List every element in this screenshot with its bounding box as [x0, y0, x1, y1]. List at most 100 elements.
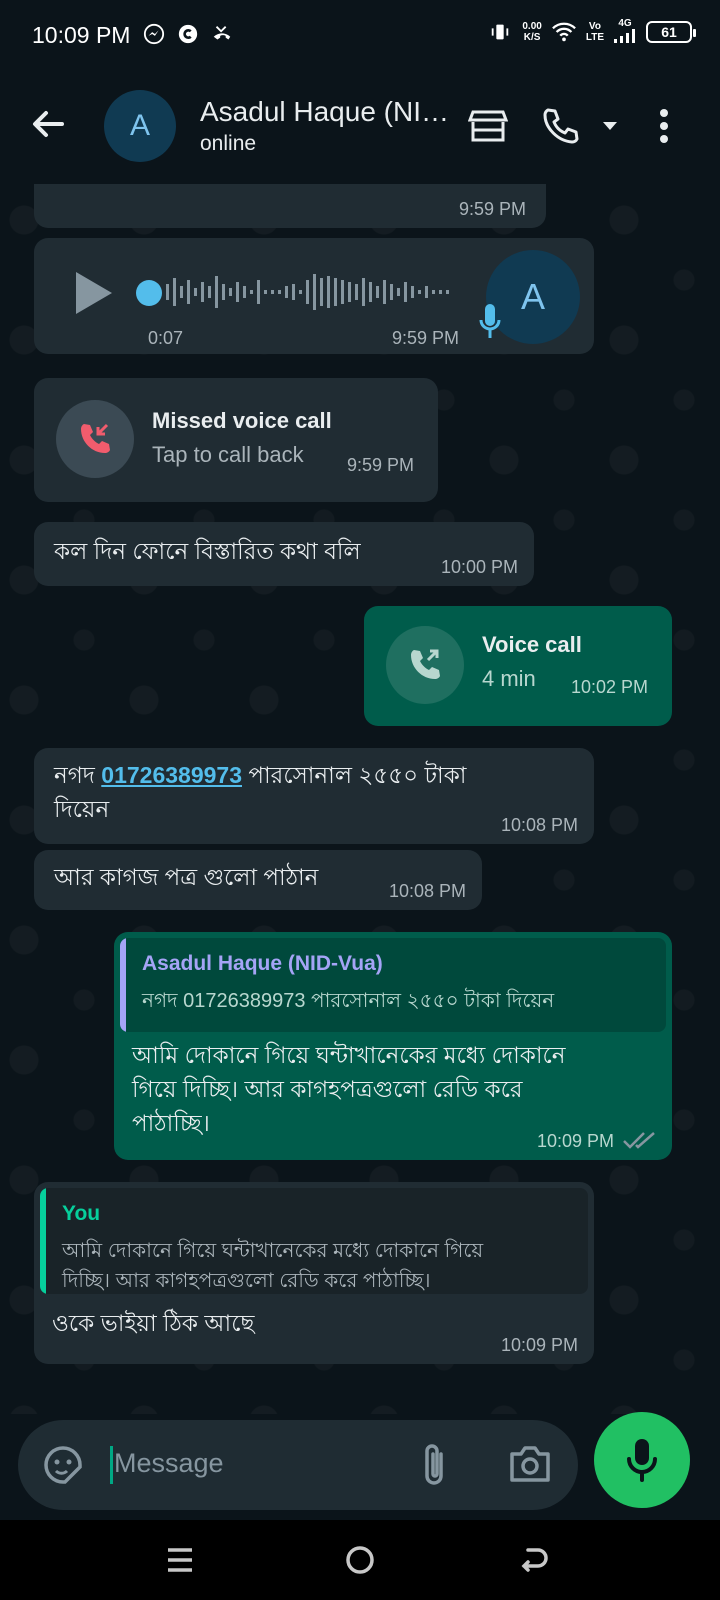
- chat-area[interactable]: 9:59 PM 0:07 9:59 PM A Missed voice call…: [0, 184, 720, 1414]
- notification-icons: [142, 22, 234, 46]
- play-button[interactable]: [72, 268, 116, 323]
- quote-author: You: [62, 1202, 101, 1225]
- phone-number-link[interactable]: 01726389973: [101, 762, 242, 788]
- system-icons: 0.00 K/S Vo LTE 4G 61: [488, 18, 696, 46]
- missed-call-icon: [81, 423, 110, 453]
- call-title: Missed voice call: [152, 408, 332, 433]
- vibrate-icon: [488, 20, 512, 44]
- message-prefix: নগদ: [54, 762, 102, 788]
- message-time: 9:59 PM: [346, 455, 414, 475]
- audio-waveform[interactable]: [166, 270, 462, 314]
- emoji-sticker-button[interactable]: [42, 1444, 84, 1491]
- text-cursor: [110, 1446, 113, 1484]
- audio-seek-handle[interactable]: [136, 280, 162, 306]
- signal-icon: [614, 29, 635, 43]
- play-icon: [76, 272, 112, 314]
- message-time: 9:59 PM: [458, 199, 526, 219]
- incoming-message[interactable]: আর কাগজ পত্র গুলো পাঠান 10:08 PM: [34, 850, 482, 910]
- message-text: নগদ 01726389973 পারসোনাল ২৫৫০ টাকা: [54, 758, 466, 792]
- incoming-message[interactable]: কল দিন ফোনে বিস্তারিত কথা বলি 10:00 PM: [34, 522, 534, 586]
- outgoing-call-icon-wrap: [386, 626, 464, 704]
- quoted-message[interactable]: Asadul Haque (NID-Vua) নগদ 01726389973 প…: [120, 938, 666, 1032]
- message-time: 10:08 PM: [500, 815, 578, 835]
- contact-avatar[interactable]: A: [104, 90, 176, 162]
- audio-duration: 0:07: [148, 328, 184, 348]
- phone-icon: [543, 108, 579, 144]
- quote-text-line2: দিচ্ছি। আর কাগহপত্রগুলো রেডি করে পাঠাচ্ছ…: [62, 1270, 431, 1292]
- quoted-message[interactable]: You আমি দোকানে গিয়ে ঘন্টাখানেকের মধ্যে …: [40, 1188, 588, 1294]
- camera-button[interactable]: [508, 1444, 552, 1489]
- contact-name[interactable]: Asadul Haque (NI…: [200, 96, 449, 128]
- message-time: 9:59 PM: [392, 328, 460, 348]
- attach-button[interactable]: [420, 1442, 450, 1493]
- network-type: 4G: [618, 18, 632, 29]
- voice-message[interactable]: 0:07 9:59 PM A: [34, 238, 594, 354]
- message-text-line1: আমি দোকানে গিয়ে ঘন্টাখানেকের মধ্যে দোকা…: [132, 1042, 566, 1068]
- net-speed: 0.00 K/S: [522, 21, 541, 43]
- back-nav-button[interactable]: [512, 1538, 556, 1582]
- message-text: ওকে ভাইয়া ঠিক আছে: [52, 1310, 255, 1336]
- messenger-icon: [142, 22, 166, 46]
- paperclip-icon: [425, 1444, 443, 1485]
- volte-top: Vo: [588, 21, 601, 32]
- message-text-line2: দিয়েন: [54, 796, 110, 822]
- recents-button[interactable]: [158, 1538, 202, 1582]
- volte-label: Vo LTE: [586, 21, 604, 43]
- message-time: 10:08 PM: [388, 881, 466, 901]
- store-icon: [468, 110, 508, 142]
- incoming-reply-message[interactable]: You আমি দোকানে গিয়ে ঘন্টাখানেকের মধ্যে …: [34, 1182, 594, 1364]
- net-speed-value: 0.00: [522, 21, 542, 32]
- message-time: 10:02 PM: [570, 677, 648, 697]
- message-text: আর কাগজ পত্র গুলো পাঠান: [54, 864, 319, 890]
- message-time: 10:09 PM: [536, 1131, 614, 1151]
- quote-text-line1: আমি দোকানে গিয়ে ঘন্টাখানেকের মধ্যে দোকা…: [62, 1240, 484, 1262]
- outgoing-call-icon: [411, 649, 440, 679]
- back-nav-icon: [521, 1548, 548, 1572]
- status-bar: 10:09 PM 0.00 K/S Vo LTE 4G 61: [0, 0, 720, 72]
- call-subtitle[interactable]: Tap to call back: [152, 442, 304, 468]
- volte-bottom: LTE: [585, 32, 604, 43]
- signal-group: 4G: [614, 18, 636, 46]
- voice-call-message[interactable]: Voice call 4 min 10:02 PM: [364, 606, 672, 726]
- camera-icon: [510, 1446, 550, 1482]
- c-app-icon: [176, 22, 200, 46]
- battery-icon: 61: [646, 21, 696, 43]
- message-text-line2: গিয়ে দিচ্ছি। আর কাগহপত্রগুলো রেডি করে: [132, 1076, 523, 1102]
- home-circle-icon: [346, 1546, 374, 1574]
- contact-status: online: [200, 132, 257, 155]
- chat-header: A Asadul Haque (NI… online: [0, 72, 720, 184]
- message-text: কল দিন ফোনে বিস্তারিত কথা বলি: [54, 538, 361, 564]
- missed-call-message[interactable]: Missed voice call Tap to call back 9:59 …: [34, 378, 438, 502]
- caret-down-icon: [603, 122, 617, 130]
- voice-call-button[interactable]: [536, 102, 584, 150]
- back-button[interactable]: [26, 102, 70, 146]
- message-time: 10:00 PM: [440, 557, 518, 577]
- missed-call-icon-wrap: [56, 400, 134, 478]
- message-time: 10:09 PM: [500, 1335, 578, 1355]
- wifi-icon: [551, 20, 576, 44]
- quote-bar: [40, 1188, 46, 1294]
- message-text-line3: পাঠাচ্ছি।: [132, 1110, 210, 1136]
- voice-record-button[interactable]: [594, 1412, 690, 1508]
- missed-call-status-icon: [210, 22, 234, 46]
- message-suffix: পারসোনাল ২৫৫০ টাকা: [242, 762, 467, 788]
- system-nav-bar: [0, 1520, 720, 1600]
- status-time: 10:09 PM: [32, 22, 131, 48]
- menu-icon: [168, 1548, 192, 1572]
- call-options-dropdown[interactable]: [586, 102, 634, 150]
- message-composer[interactable]: Message: [18, 1420, 578, 1510]
- shop-button[interactable]: [464, 102, 512, 150]
- outgoing-reply-message[interactable]: Asadul Haque (NID-Vua) নগদ 01726389973 প…: [114, 932, 672, 1160]
- double-check-icon: [623, 1132, 655, 1149]
- quote-author: Asadul Haque (NID-Vua): [142, 952, 383, 975]
- home-button[interactable]: [338, 1538, 382, 1582]
- call-duration: 4 min: [482, 666, 536, 691]
- incoming-message[interactable]: নগদ 01726389973 পারসোনাল ২৫৫০ টাকা দিয়ে…: [34, 748, 594, 844]
- sticker-icon: [44, 1446, 82, 1484]
- mic-icon: [479, 304, 501, 338]
- more-options-button[interactable]: [640, 102, 688, 150]
- incoming-message[interactable]: 9:59 PM: [34, 184, 546, 228]
- net-speed-unit: K/S: [523, 32, 541, 43]
- message-input[interactable]: Message: [114, 1448, 224, 1479]
- call-title: Voice call: [482, 632, 582, 657]
